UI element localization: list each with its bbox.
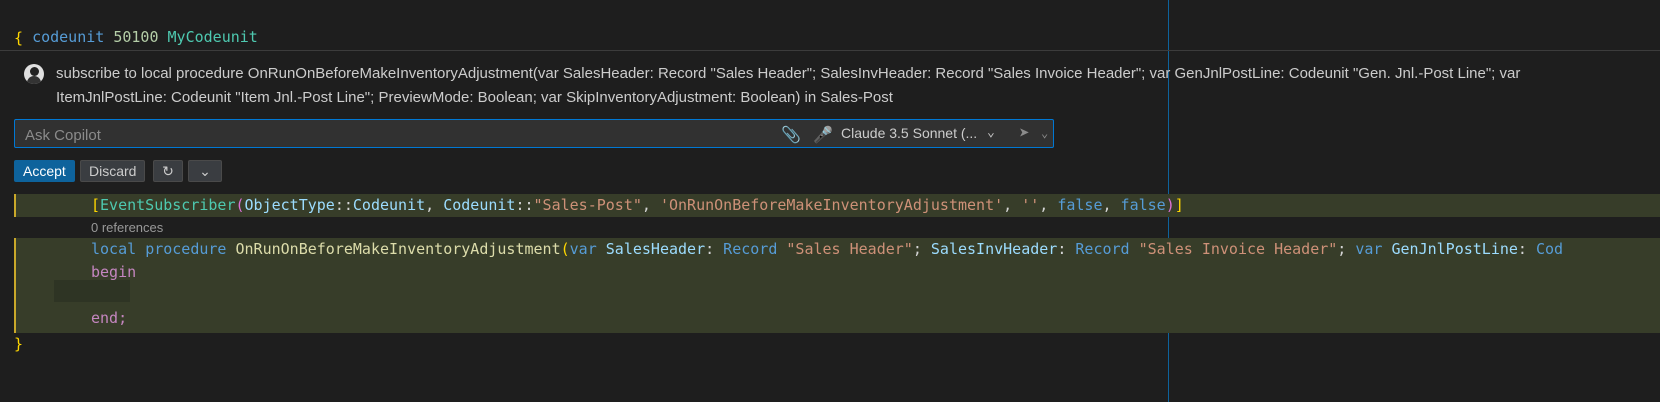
inline-chat-border: [0, 50, 1660, 51]
codeunit-name: MyCodeunit: [167, 28, 258, 46]
close-brace: }: [14, 335, 24, 353]
user-avatar-icon: [24, 64, 44, 84]
refresh-icon: ↻: [162, 163, 174, 179]
empty-line-highlight: [54, 280, 130, 302]
ask-copilot-box[interactable]: 📎 🎤 Claude 3.5 Sonnet (... ⌄ ➤ ⌄: [14, 119, 1054, 148]
send-icon[interactable]: ➤: [1019, 123, 1030, 144]
codelens-references[interactable]: 0 references: [91, 220, 163, 235]
codeunit-id: 50100: [113, 28, 159, 46]
procedure-name: OnRunOnBeforeMakeInventoryAdjustment: [235, 240, 561, 258]
keyword-end: end;: [91, 309, 128, 327]
discard-button[interactable]: Discard: [80, 160, 146, 182]
attribute-name: EventSubscriber: [100, 196, 236, 214]
chevron-down-icon: ⌄: [199, 163, 211, 179]
code-line-1: codeunit 50100 MyCodeunit: [14, 4, 258, 46]
keyword-begin: begin: [91, 263, 137, 281]
open-brace: {: [14, 29, 24, 47]
keyword-codeunit: codeunit: [32, 28, 105, 46]
regenerate-button[interactable]: ↻: [153, 160, 183, 182]
user-prompt-text: subscribe to local procedure OnRunOnBefo…: [56, 65, 1521, 106]
accept-button[interactable]: Accept: [14, 160, 75, 182]
microphone-icon[interactable]: 🎤: [813, 125, 833, 144]
diff-gutter-marker: [14, 238, 16, 333]
model-picker[interactable]: Claude 3.5 Sonnet (...: [841, 125, 977, 141]
more-actions-button[interactable]: ⌄: [188, 160, 222, 182]
chevron-down-icon[interactable]: ⌄: [987, 125, 995, 140]
send-options-chevron-icon[interactable]: ⌄: [1041, 126, 1048, 140]
code-line-attribute: [EventSubscriber(ObjectType::Codeunit, C…: [91, 196, 1184, 214]
code-line-procedure: local procedure OnRunOnBeforeMakeInvento…: [91, 240, 1564, 258]
ask-copilot-input[interactable]: [23, 124, 767, 146]
diff-gutter-marker: [14, 194, 16, 217]
paperclip-icon[interactable]: 📎: [781, 125, 801, 144]
